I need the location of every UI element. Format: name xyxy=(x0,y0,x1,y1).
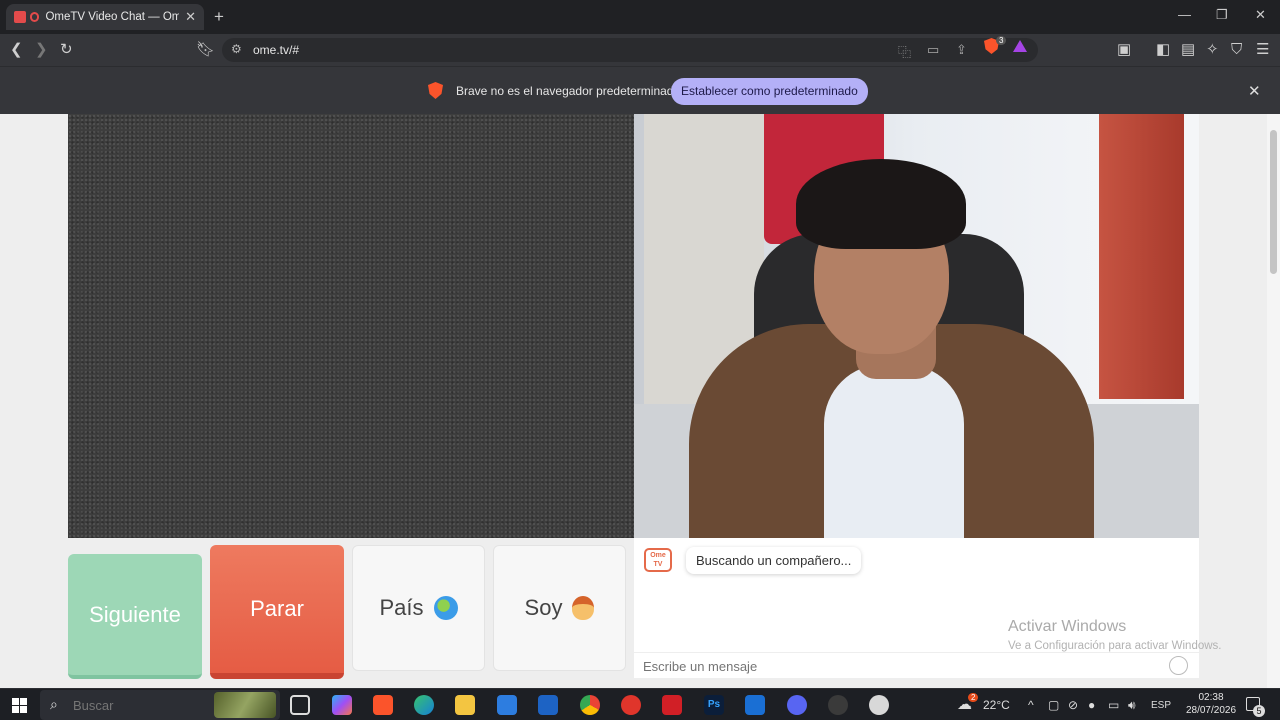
weather-temp[interactable]: 22°C xyxy=(983,698,1010,712)
message-input[interactable] xyxy=(643,656,1143,676)
tab-title: OmeTV Video Chat — Omegle xyxy=(45,11,180,23)
brave-rewards-icon[interactable] xyxy=(1013,40,1027,52)
copilot-icon[interactable] xyxy=(332,695,352,715)
web-page: Siguiente Parar País Soy Ome TV Buscando… xyxy=(0,114,1280,688)
obs-icon[interactable] xyxy=(828,695,848,715)
share-icon[interactable]: ⇪ xyxy=(956,42,967,58)
bookmark-icon[interactable]: 🔖︎ xyxy=(196,41,215,59)
brave-taskbar-icon[interactable] xyxy=(373,695,393,715)
network-icon[interactable]: ▭ xyxy=(1108,698,1119,712)
windows-taskbar: ⌕ Ps ☁ 2 22°C ^ ▢ ⊘ ● ▭ 🔊︎ ESP 02:38 28/… xyxy=(0,688,1280,720)
emoji-icon[interactable] xyxy=(1169,656,1188,675)
gender-button-label: Soy xyxy=(524,595,563,620)
clock-date: 28/07/2026 xyxy=(1185,705,1237,716)
forward-icon[interactable]: ❯ xyxy=(35,41,48,59)
taskbar-search-input[interactable] xyxy=(73,696,223,714)
infobar-close-icon[interactable]: ✕ xyxy=(1248,82,1261,100)
stranger-video-static xyxy=(68,114,634,538)
screenshot-icon[interactable]: ▣ xyxy=(1117,41,1131,59)
ometv-favicon-icon xyxy=(14,11,26,23)
reload-icon[interactable]: ↻ xyxy=(60,41,73,59)
app-icon[interactable] xyxy=(869,695,889,715)
edge-icon[interactable] xyxy=(414,695,434,715)
back-icon[interactable]: ❮ xyxy=(10,41,23,59)
message-bar xyxy=(634,652,1199,678)
windows-start-icon[interactable] xyxy=(12,698,27,713)
stop-button-label: Parar xyxy=(250,596,304,621)
activate-windows-title: Activar Windows xyxy=(1008,618,1127,635)
clock[interactable]: 02:38 28/07/2026 xyxy=(1180,691,1242,717)
discord-icon[interactable] xyxy=(787,695,807,715)
clock-time: 02:38 xyxy=(1198,692,1224,703)
recorder-icon[interactable] xyxy=(621,695,641,715)
globe-icon xyxy=(433,596,458,620)
translate-icon[interactable]: ⿻ xyxy=(898,42,911,61)
tray-network-off-icon[interactable]: ⊘ xyxy=(1068,698,1078,712)
tab-strip: OmeTV Video Chat — Omegle ✕ + — ❐ ✕ xyxy=(0,0,1280,34)
maximize-icon[interactable]: ❐ xyxy=(1216,7,1228,23)
weather-badge: 2 xyxy=(968,693,979,702)
task-view-icon[interactable] xyxy=(290,695,310,715)
next-button[interactable]: Siguiente xyxy=(68,554,202,679)
scrollbar-thumb[interactable] xyxy=(1270,130,1277,274)
tab-ometv[interactable]: OmeTV Video Chat — Omegle ✕ xyxy=(6,4,204,30)
boy-emoji-icon xyxy=(572,596,595,620)
search-icon: ⌕ xyxy=(50,696,58,712)
menu-icon[interactable]: ☰ xyxy=(1256,41,1269,59)
language-indicator[interactable]: ESP xyxy=(1151,700,1171,711)
chart-app-icon[interactable] xyxy=(745,695,765,715)
microphone-icon[interactable]: ● xyxy=(1088,698,1095,712)
window-close-icon[interactable]: ✕ xyxy=(1255,7,1266,23)
audio-recording-icon xyxy=(29,12,40,22)
store-icon[interactable] xyxy=(497,695,517,715)
site-settings-icon[interactable]: ⚙︎ xyxy=(231,42,242,56)
self-camera-video xyxy=(634,114,1199,538)
infobar-message: Brave no es el navegador predeterminado xyxy=(456,84,681,98)
search-highlight-image xyxy=(214,692,276,718)
set-default-button[interactable]: Establecer como predeterminado xyxy=(671,78,868,105)
next-button-label: Siguiente xyxy=(89,601,181,627)
mail-icon[interactable] xyxy=(538,695,558,715)
amd-icon[interactable] xyxy=(662,695,682,715)
page-scrollbar[interactable] xyxy=(1267,114,1280,688)
tray-app-icon[interactable]: ▢ xyxy=(1048,698,1059,712)
address-bar[interactable]: ⚙︎ ⿻ ▭ ⇪ xyxy=(222,38,1038,62)
tray-expand-icon[interactable]: ^ xyxy=(1028,698,1034,712)
file-explorer-icon[interactable] xyxy=(455,695,475,715)
country-button-label: País xyxy=(379,595,424,620)
stop-button[interactable]: Parar xyxy=(210,545,344,679)
chrome-icon[interactable] xyxy=(580,695,600,715)
leo-ai-icon[interactable]: ✧ xyxy=(1206,41,1219,59)
cast-icon[interactable]: ▭ xyxy=(927,42,939,58)
vpn-icon[interactable]: ⛉ xyxy=(1231,41,1242,59)
chat-status-bubble: Buscando un compañero... xyxy=(686,547,862,574)
activate-windows-subtitle: Ve a Configuración para activar Windows. xyxy=(1008,640,1222,652)
ometv-logo-icon: Ome TV xyxy=(644,548,672,572)
gender-button[interactable]: Soy xyxy=(493,545,626,671)
sidebar-icon[interactable]: ◧ xyxy=(1156,41,1170,59)
country-button[interactable]: País xyxy=(352,545,485,671)
url-input[interactable] xyxy=(253,40,853,60)
tab-close-icon[interactable]: ✕ xyxy=(185,9,196,25)
minimize-icon[interactable]: — xyxy=(1178,7,1191,22)
volume-icon[interactable]: 🔊︎ xyxy=(1128,698,1136,713)
default-browser-infobar: Brave no es el navegador predeterminado … xyxy=(0,66,1280,114)
browser-toolbar: ❮ ❯ ↻ 🔖︎ ⚙︎ ⿻ ▭ ⇪ 3 ▣ ◧ ▤ ✧ ⛉ ☰ xyxy=(0,34,1280,66)
taskbar-search[interactable]: ⌕ xyxy=(40,690,280,720)
photoshop-icon[interactable]: Ps xyxy=(704,695,724,715)
new-tab-icon[interactable]: + xyxy=(214,7,224,27)
notification-count: 5 xyxy=(1253,705,1265,717)
brave-logo-icon xyxy=(428,82,443,99)
wallet-icon[interactable]: ▤ xyxy=(1181,41,1195,59)
